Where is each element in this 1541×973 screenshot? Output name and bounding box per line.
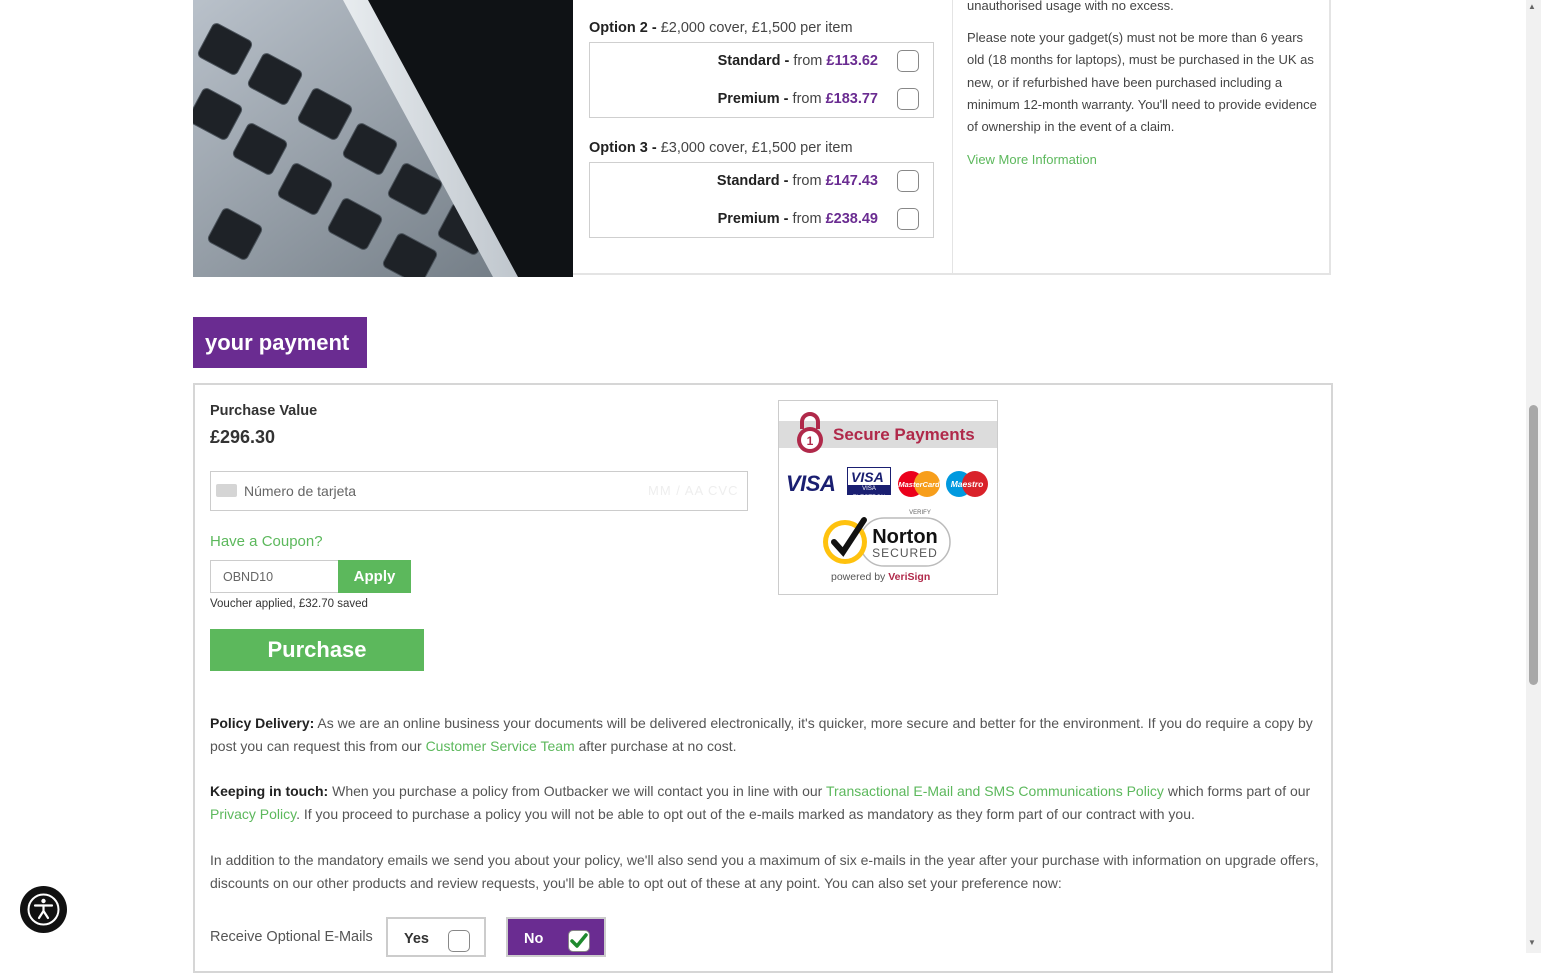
visa-electron-logo: VISA VISA ELECTRON — [847, 467, 891, 501]
tier-label: Standard - — [717, 53, 790, 69]
norton-name: Norton — [872, 526, 938, 548]
coupon-input[interactable] — [210, 560, 339, 593]
maestro-logo: Maestro — [944, 470, 990, 498]
option-heading-label: Option 3 - — [589, 140, 657, 156]
option-2-heading: Option 2 - £2,000 cover, £1,500 per item — [589, 20, 853, 36]
communications-policy-link[interactable]: Transactional E-Mail and SMS Communicati… — [826, 783, 1164, 799]
option-2-standard-checkbox[interactable] — [897, 50, 919, 72]
maestro-label: Maestro — [951, 479, 984, 489]
option-2-premium-checkbox[interactable] — [897, 88, 919, 110]
tier-label: Premium - — [717, 91, 789, 107]
purchase-button[interactable]: Purchase — [210, 629, 424, 671]
optional-emails-yes-option[interactable]: Yes — [386, 917, 486, 957]
option-3-premium-checkbox[interactable] — [897, 208, 919, 230]
tier-price: £147.43 — [825, 173, 878, 189]
mastercard-label: MasterCard — [898, 480, 940, 489]
padlock-icon: 1 — [793, 411, 827, 460]
payment-heading: your payment — [193, 317, 367, 368]
norton-verify: VERIFY — [909, 510, 931, 516]
option-3-standard-checkbox[interactable] — [897, 170, 919, 192]
voucher-status: Voucher applied, £32.70 saved — [210, 598, 368, 610]
tier-label: Premium - — [717, 211, 789, 227]
have-coupon-link[interactable]: Have a Coupon? — [210, 533, 323, 550]
option-3-standard-row: Standard - from £147.43 — [717, 173, 878, 189]
keeping-in-touch-middle: which forms part of our — [1163, 783, 1311, 799]
option-heading-detail: £3,000 cover, £1,500 per item — [660, 140, 853, 156]
option-3-heading: Option 3 - £3,000 cover, £1,500 per item — [589, 140, 853, 156]
tier-label: Standard - — [716, 173, 789, 189]
card-number-placeholder: Número de tarjeta — [244, 483, 357, 499]
laptop-keyboard-image — [193, 0, 573, 277]
checkmark-icon — [570, 933, 588, 948]
customer-service-link[interactable]: Customer Service Team — [426, 738, 575, 754]
visa-electron-label: VISA ELECTRON — [848, 485, 890, 501]
scroll-up-arrow-icon[interactable]: ▲ — [1528, 2, 1536, 11]
receive-optional-emails-label: Receive Optional E-Mails — [210, 929, 373, 945]
purchase-value: £296.30 — [210, 427, 276, 447]
mastercard-logo: MasterCard — [896, 470, 942, 498]
credit-card-icon — [216, 484, 237, 497]
secure-payments-title: Secure Payments — [833, 425, 975, 444]
scrollbar-thumb[interactable] — [1529, 405, 1538, 685]
option-heading-label: Option 2 - — [589, 20, 657, 36]
purchase-value-label: Purchase Value — [210, 403, 318, 419]
policy-delivery-tail: after purchase at no cost. — [574, 737, 737, 754]
apply-coupon-button[interactable]: Apply — [338, 560, 411, 593]
scroll-down-arrow-icon[interactable]: ▼ — [1528, 938, 1536, 947]
keeping-in-touch-label: Keeping in touch: — [210, 783, 329, 799]
powered-by-label: powered by — [831, 571, 886, 583]
option-2-standard-row: Standard - from £113.62 — [718, 53, 878, 69]
policy-delivery-text: Policy Delivery: As we are an online bus… — [210, 712, 1320, 757]
optional-emails-no-option[interactable]: No — [506, 917, 606, 957]
option-heading-detail: £2,000 cover, £1,500 per item — [660, 20, 853, 36]
no-label: No — [524, 931, 544, 947]
verisign-label: VeriSign — [888, 571, 931, 583]
option-2-premium-row: Premium - from £183.77 — [718, 91, 878, 107]
accessibility-button[interactable] — [20, 886, 67, 933]
powered-by-verisign: powered by VeriSign — [831, 571, 930, 583]
panel-divider — [952, 0, 953, 274]
keeping-in-touch-tail: . If you proceed to purchase a policy yo… — [296, 805, 1195, 822]
accessibility-icon — [27, 893, 60, 926]
visa-logo: VISA — [786, 471, 836, 496]
policy-delivery-body: As we are an online business your docume… — [210, 715, 1313, 754]
excess-text: unauthorised usage with no excess. — [967, 0, 1174, 13]
keeping-in-touch-text: Keeping in touch: When you purchase a po… — [210, 780, 1320, 825]
optional-emails-text: In addition to the mandatory emails we s… — [210, 852, 1319, 891]
no-checkbox-checked[interactable] — [568, 930, 590, 952]
tier-from: from — [792, 91, 822, 107]
policy-delivery-label: Policy Delivery: — [210, 715, 315, 731]
privacy-policy-link[interactable]: Privacy Policy — [210, 806, 296, 822]
card-expiry-cvc-placeholder: MM / AA CVC — [648, 483, 739, 498]
option-3-premium-row: Premium - from £238.49 — [718, 211, 878, 227]
tier-from: from — [792, 173, 822, 189]
tier-price: £183.77 — [825, 91, 878, 107]
tier-price: £113.62 — [826, 53, 878, 69]
tier-from: from — [793, 53, 823, 69]
tier-from: from — [792, 211, 822, 227]
yes-label: Yes — [404, 931, 429, 947]
eligibility-note: Please note your gadget(s) must not be m… — [967, 30, 1317, 135]
svg-text:1: 1 — [807, 434, 814, 448]
yes-checkbox[interactable] — [448, 930, 470, 952]
keeping-in-touch-body: When you purchase a policy from Outbacke… — [328, 783, 826, 799]
view-more-information-link[interactable]: View More Information — [967, 149, 1319, 171]
tier-price: £238.49 — [825, 211, 878, 227]
norton-secured: SECURED — [872, 546, 938, 560]
